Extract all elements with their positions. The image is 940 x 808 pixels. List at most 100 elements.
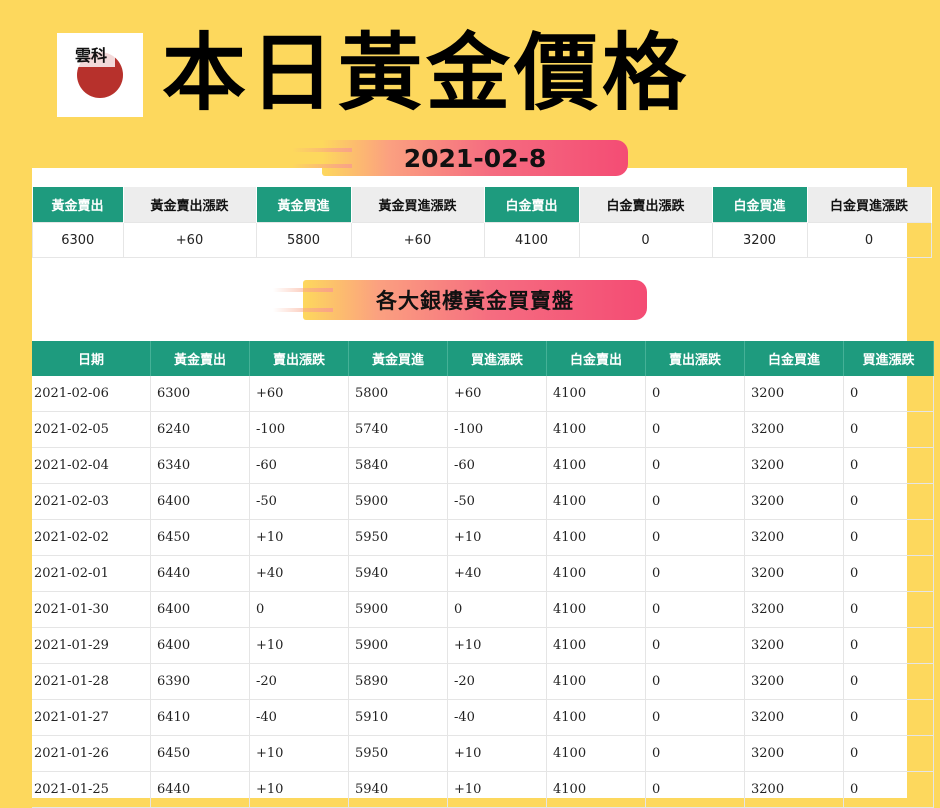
table-cell: 3200 <box>744 735 844 772</box>
summary-value: +60 <box>122 222 257 258</box>
table-row: 2021-01-25 6440 +10 5940 +10 4100 0 3200 0 <box>32 771 934 808</box>
table-cell: 4100 <box>546 735 646 772</box>
table-cell: +60 <box>249 376 349 412</box>
table-cell: 0 <box>645 771 745 808</box>
summary-value: 3200 <box>711 222 808 258</box>
table-cell: 4100 <box>546 591 646 628</box>
table-cell: 2021-02-02 <box>32 519 151 556</box>
table-cell: 0 <box>843 663 934 700</box>
table-cell: -60 <box>447 447 547 484</box>
table-cell: -40 <box>249 699 349 736</box>
table-cell: 3200 <box>744 627 844 664</box>
table-cell: +10 <box>447 735 547 772</box>
table-cell: 4100 <box>546 447 646 484</box>
history-header-row: 日期 黃金賣出 賣出漲跌 黃金買進 買進漲跌 白金賣出 賣出漲跌 白金買進 買進… <box>32 341 934 376</box>
table-cell: 3200 <box>744 555 844 592</box>
table-cell: 3200 <box>744 447 844 484</box>
table-cell: +10 <box>249 627 349 664</box>
summary-header: 黃金買進漲跌 <box>351 187 485 223</box>
table-cell: -20 <box>447 663 547 700</box>
table-cell: 6400 <box>150 591 250 628</box>
table-cell: 5940 <box>348 555 448 592</box>
table-row: 2021-02-01 6440 +40 5940 +40 4100 0 3200 0 <box>32 555 934 592</box>
section-title: 各大銀樓黃金買賣盤 <box>376 289 574 313</box>
table-cell: 0 <box>645 699 745 736</box>
page-title: 本日黃金價格 <box>162 24 691 122</box>
table-row: 2021-01-26 6450 +10 5950 +10 4100 0 3200 0 <box>32 735 934 772</box>
table-cell: 2021-01-27 <box>32 699 151 736</box>
table-cell: 0 <box>843 699 934 736</box>
table-cell: 0 <box>843 591 934 628</box>
table-cell: 0 <box>843 519 934 556</box>
table-cell: 6450 <box>150 519 250 556</box>
table-cell: 0 <box>645 627 745 664</box>
table-cell: -50 <box>249 483 349 520</box>
table-cell: 4100 <box>546 627 646 664</box>
history-header: 黃金賣出 <box>150 341 250 376</box>
section-banner: 各大銀樓黃金買賣盤 <box>273 280 647 320</box>
history-header: 日期 <box>32 341 151 376</box>
table-cell: 5890 <box>348 663 448 700</box>
table-cell: 0 <box>645 735 745 772</box>
table-cell: 3200 <box>744 411 844 448</box>
table-cell: 4100 <box>546 411 646 448</box>
table-cell: 5900 <box>348 591 448 628</box>
table-cell: 3200 <box>744 771 844 808</box>
history-header: 白金買進 <box>744 341 844 376</box>
logo-text: 雲科 <box>67 45 116 67</box>
table-cell: 4100 <box>546 483 646 520</box>
summary-table: 黃金賣出 黃金賣出漲跌 黃金買進 黃金買進漲跌 白金賣出 白金賣出漲跌 白金買進… <box>32 187 932 258</box>
summary-header: 黃金賣出漲跌 <box>123 187 257 223</box>
table-cell: 5800 <box>348 376 448 412</box>
table-cell: 2021-02-06 <box>32 376 151 412</box>
table-row: 2021-02-02 6450 +10 5950 +10 4100 0 3200 0 <box>32 519 934 556</box>
table-cell: 3200 <box>744 591 844 628</box>
history-header: 賣出漲跌 <box>645 341 745 376</box>
table-cell: 0 <box>645 555 745 592</box>
table-cell: 0 <box>447 591 547 628</box>
table-cell: 0 <box>843 411 934 448</box>
table-cell: 0 <box>645 591 745 628</box>
table-cell: 6450 <box>150 735 250 772</box>
summary-header: 白金賣出漲跌 <box>579 187 713 223</box>
table-cell: 4100 <box>546 663 646 700</box>
summary-value: 6300 <box>32 222 124 258</box>
history-table: 日期 黃金賣出 賣出漲跌 黃金買進 買進漲跌 白金賣出 賣出漲跌 白金買進 買進… <box>32 341 934 808</box>
table-cell: 0 <box>645 519 745 556</box>
history-header: 賣出漲跌 <box>249 341 349 376</box>
table-cell: 0 <box>645 483 745 520</box>
summary-value-row: 6300 +60 5800 +60 4100 0 3200 0 <box>32 222 932 258</box>
table-cell: +10 <box>249 771 349 808</box>
table-cell: 0 <box>843 376 934 412</box>
table-cell: 6400 <box>150 483 250 520</box>
table-cell: -100 <box>447 411 547 448</box>
table-cell: 4100 <box>546 771 646 808</box>
table-cell: 2021-01-26 <box>32 735 151 772</box>
table-row: 2021-01-28 6390 -20 5890 -20 4100 0 3200 0 <box>32 663 934 700</box>
table-cell: -50 <box>447 483 547 520</box>
table-cell: +10 <box>249 519 349 556</box>
table-cell: 0 <box>843 483 934 520</box>
summary-header-row: 黃金賣出 黃金賣出漲跌 黃金買進 黃金買進漲跌 白金賣出 白金賣出漲跌 白金買進… <box>32 187 932 223</box>
table-cell: +10 <box>447 771 547 808</box>
table-row: 2021-02-05 6240 -100 5740 -100 4100 0 3200 0 <box>32 411 934 448</box>
table-row: 2021-02-04 6340 -60 5840 -60 4100 0 3200 0 <box>32 447 934 484</box>
table-cell: 0 <box>645 447 745 484</box>
table-cell: 3200 <box>744 699 844 736</box>
summary-header: 黃金賣出 <box>32 187 124 223</box>
table-row: 2021-01-30 6400 0 5900 0 4100 0 3200 0 <box>32 591 934 628</box>
table-row: 2021-02-06 6300 +60 5800 +60 4100 0 3200 0 <box>32 376 934 412</box>
date-banner: 2021-02-8 <box>292 140 628 176</box>
table-cell: 4100 <box>546 519 646 556</box>
table-cell: 6440 <box>150 771 250 808</box>
table-cell: 4100 <box>546 555 646 592</box>
table-cell: -20 <box>249 663 349 700</box>
table-cell: 2021-02-04 <box>32 447 151 484</box>
table-cell: 3200 <box>744 663 844 700</box>
summary-value: 0 <box>806 222 932 258</box>
table-cell: 0 <box>843 735 934 772</box>
table-cell: 5900 <box>348 627 448 664</box>
history-header: 買進漲跌 <box>447 341 547 376</box>
table-cell: 0 <box>645 411 745 448</box>
logo: 雲科 <box>57 33 143 117</box>
